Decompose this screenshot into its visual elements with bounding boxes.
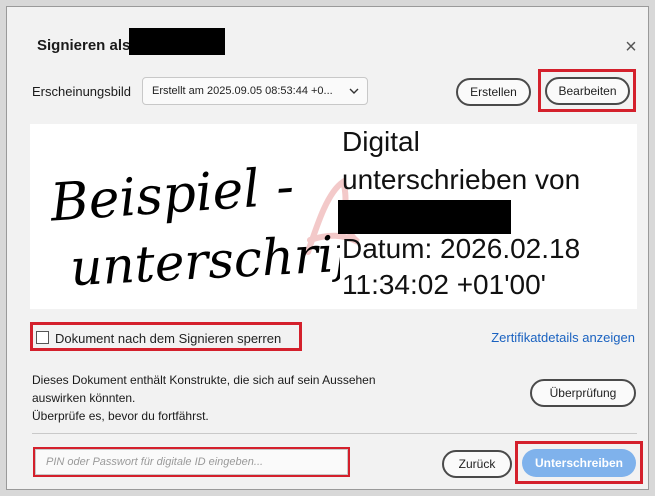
signature-handwriting-line1: Beispiel - xyxy=(48,157,296,234)
review-button[interactable]: Überprüfung xyxy=(530,379,636,407)
chevron-down-icon xyxy=(349,88,359,94)
signature-line-1: Digital xyxy=(342,126,420,157)
footer-divider xyxy=(32,433,637,434)
lock-document-label: Dokument nach dem Signieren sperren xyxy=(55,331,282,346)
certificate-details-link[interactable]: Zertifikatdetails anzeigen xyxy=(491,330,635,345)
signature-line-2: unterschrieben von xyxy=(342,164,581,195)
appearance-selected-value: Erstellt am 2025.09.05 08:53:44 +0... xyxy=(152,85,333,97)
appearance-dropdown[interactable]: Erstellt am 2025.09.05 08:53:44 +0... xyxy=(142,77,368,105)
handwritten-signature: Beispiel - unterschrift xyxy=(48,157,340,297)
dialog-title: Signieren als xyxy=(37,37,131,54)
notice-line-1: Dieses Dokument enthält Konstrukte, die … xyxy=(32,373,376,387)
signature-line-4: 11:34:02 +01'00' xyxy=(342,269,547,300)
signature-line-3: Datum: 2026.02.18 xyxy=(342,233,581,264)
checkbox-icon[interactable] xyxy=(36,331,49,344)
back-button[interactable]: Zurück xyxy=(442,450,512,478)
redacted-signer-name xyxy=(129,28,225,55)
lock-document-option[interactable]: Dokument nach dem Signieren sperren xyxy=(36,331,281,346)
create-button[interactable]: Erstellen xyxy=(456,78,531,106)
redacted-signer xyxy=(338,200,511,234)
signature-preview: Beispiel - unterschrift Digital untersch… xyxy=(30,124,637,309)
appearance-label: Erscheinungsbild xyxy=(32,84,132,99)
notice-line-2: auswirken könnten. xyxy=(32,391,136,405)
signature-handwriting-line2: unterschrift xyxy=(69,223,340,297)
sign-button[interactable]: Unterschreiben xyxy=(522,449,636,477)
notice-text: Dieses Dokument enthält Konstrukte, die … xyxy=(32,371,442,425)
pin-highlight xyxy=(33,447,350,477)
notice-line-3: Überprüfe es, bevor du fortfährst. xyxy=(32,409,209,423)
edit-button[interactable]: Bearbeiten xyxy=(545,77,630,105)
close-icon[interactable]: × xyxy=(619,35,643,59)
